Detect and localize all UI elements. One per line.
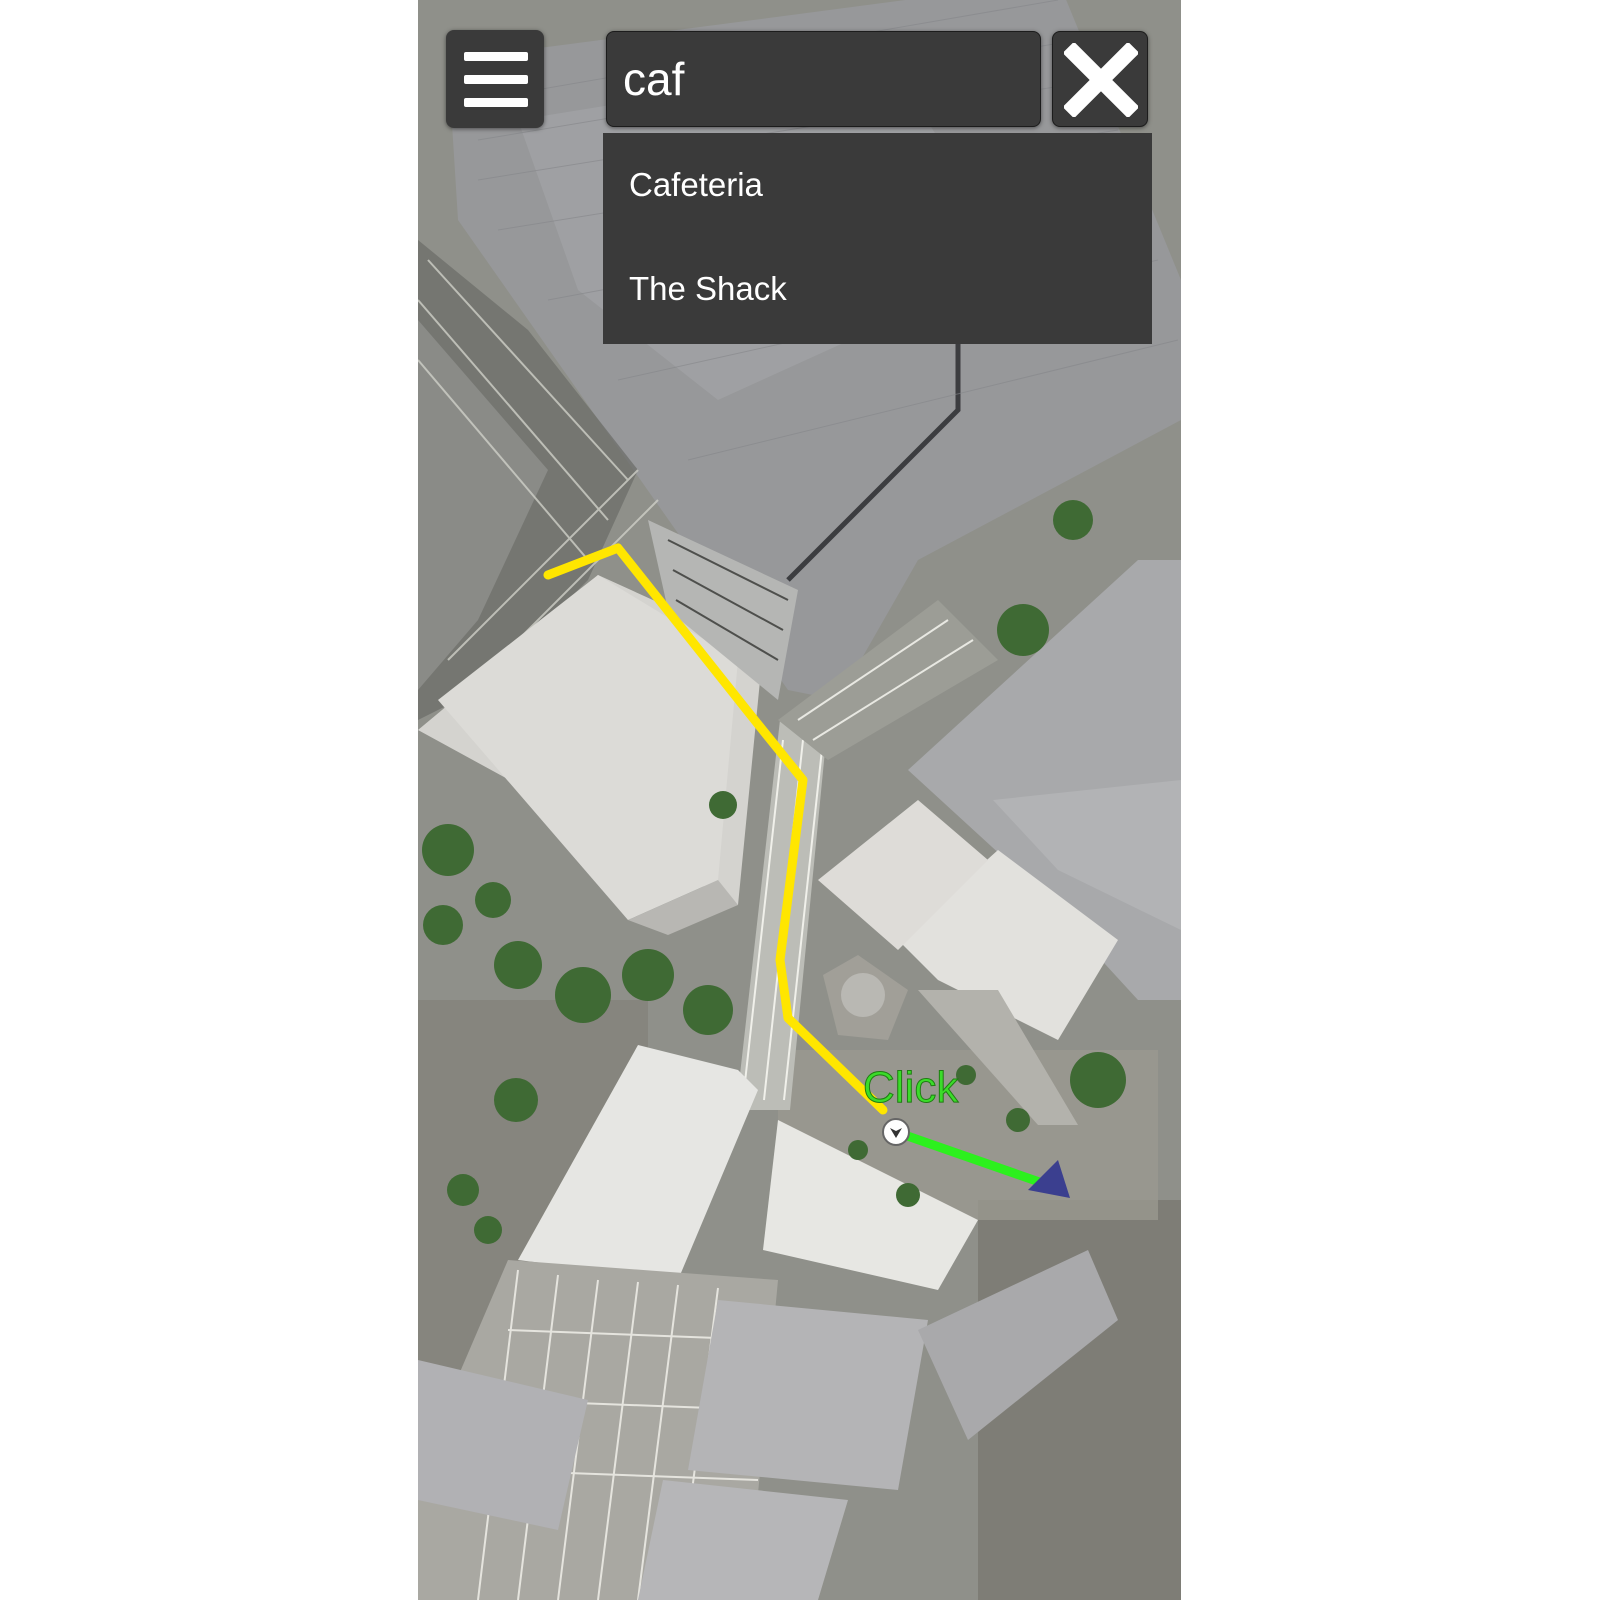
- clear-search-button[interactable]: [1052, 31, 1148, 127]
- search-box: [606, 31, 1041, 127]
- close-x-icon: [1064, 43, 1138, 117]
- suggestion-item-the-shack[interactable]: The Shack: [603, 237, 1152, 341]
- menu-button[interactable]: [446, 30, 544, 128]
- search-input[interactable]: [623, 42, 1023, 116]
- route-click-label[interactable]: Click: [862, 1063, 958, 1113]
- suggestion-item-cafeteria[interactable]: Cafeteria: [603, 133, 1152, 237]
- search-suggestions: Cafeteria The Shack: [603, 133, 1152, 344]
- location-marker-icon: [882, 1118, 910, 1146]
- map-screen: Click Cafeteria The Shack: [418, 0, 1181, 1600]
